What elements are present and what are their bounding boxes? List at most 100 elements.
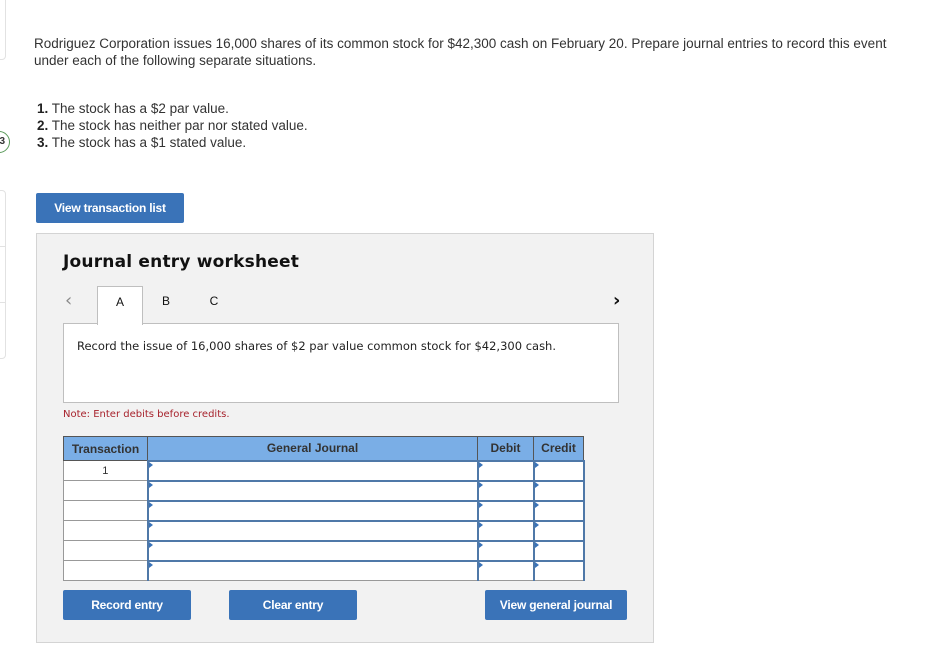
debit-cell[interactable] <box>476 459 535 481</box>
cell-marker-icon <box>478 521 483 528</box>
situation-number: 2. <box>37 118 49 133</box>
account-cell[interactable] <box>146 539 479 561</box>
credit-cell[interactable] <box>532 519 585 541</box>
cell-marker-icon <box>148 501 153 508</box>
cell-marker-icon <box>148 561 153 568</box>
header-general-journal: General Journal <box>147 436 478 461</box>
transaction-cell: 1 <box>63 460 148 481</box>
transaction-cell <box>63 560 148 581</box>
cell-marker-icon <box>534 561 539 568</box>
debit-cell[interactable] <box>476 479 535 501</box>
debit-cell[interactable] <box>476 539 535 561</box>
cell-marker-icon <box>478 461 483 468</box>
side-panel-item[interactable] <box>0 302 6 359</box>
step-indicator[interactable]: 3 <box>0 131 10 153</box>
view-general-journal-button[interactable]: View general journal <box>485 590 627 620</box>
view-transaction-list-button[interactable]: View transaction list <box>36 193 184 223</box>
cell-marker-icon <box>478 501 483 508</box>
situation-text: The stock has a $2 par value. <box>48 101 229 116</box>
debit-input[interactable] <box>478 502 533 520</box>
cell-marker-icon <box>534 461 539 468</box>
account-cell[interactable] <box>146 559 479 581</box>
debit-cell[interactable] <box>476 519 535 541</box>
debit-input[interactable] <box>478 522 533 540</box>
table-row <box>63 479 585 501</box>
account-input[interactable] <box>148 482 477 500</box>
cell-marker-icon <box>534 541 539 548</box>
cell-marker-icon <box>148 541 153 548</box>
transaction-cell <box>63 520 148 541</box>
cell-marker-icon <box>478 561 483 568</box>
situation-text: The stock has neither par nor stated val… <box>48 118 308 133</box>
credit-input[interactable] <box>534 462 583 480</box>
tab-a[interactable]: A <box>97 286 143 325</box>
situation-text: The stock has a $1 stated value. <box>48 135 247 150</box>
credit-input[interactable] <box>534 522 583 540</box>
debit-cell[interactable] <box>476 559 535 581</box>
account-input[interactable] <box>148 562 477 580</box>
situation-number: 3. <box>37 135 49 150</box>
record-entry-button[interactable]: Record entry <box>63 590 191 620</box>
credit-cell[interactable] <box>532 499 585 521</box>
side-panel-item[interactable] <box>0 246 6 303</box>
question-text: Rodriguez Corporation issues 16,000 shar… <box>34 36 887 68</box>
account-cell[interactable] <box>146 479 479 501</box>
situation-item: 2. The stock has neither par nor stated … <box>37 117 308 134</box>
debit-input[interactable] <box>478 542 533 560</box>
table-row <box>63 499 585 521</box>
journal-table: Transaction General Journal Debit Credit… <box>63 436 585 581</box>
side-panel-item[interactable] <box>0 190 6 247</box>
cell-marker-icon <box>534 521 539 528</box>
account-input[interactable] <box>148 502 477 520</box>
cell-marker-icon <box>534 501 539 508</box>
table-row <box>63 539 585 561</box>
account-cell[interactable] <box>146 459 479 481</box>
cell-marker-icon <box>478 481 483 488</box>
transaction-cell <box>63 500 148 521</box>
debit-input[interactable] <box>478 482 533 500</box>
situation-item: 1. The stock has a $2 par value. <box>37 100 308 117</box>
situation-item: 3. The stock has a $1 stated value. <box>37 134 308 151</box>
account-input[interactable] <box>148 542 477 560</box>
debit-input[interactable] <box>478 562 533 580</box>
situations-list: 1. The stock has a $2 par value. 2. The … <box>37 100 308 151</box>
account-input[interactable] <box>148 462 477 480</box>
transaction-cell <box>63 480 148 501</box>
side-panel-top <box>0 0 6 60</box>
chevron-left-icon[interactable]: ‹ <box>65 290 72 311</box>
header-transaction: Transaction <box>63 436 148 461</box>
account-input[interactable] <box>148 522 477 540</box>
credit-input[interactable] <box>534 562 583 580</box>
debit-credit-note: Note: Enter debits before credits. <box>63 409 230 420</box>
credit-cell[interactable] <box>532 539 585 561</box>
cell-marker-icon <box>148 461 153 468</box>
account-cell[interactable] <box>146 499 479 521</box>
credit-input[interactable] <box>534 482 583 500</box>
credit-input[interactable] <box>534 542 583 560</box>
table-row <box>63 519 585 541</box>
credit-cell[interactable] <box>532 459 585 481</box>
chevron-right-icon[interactable]: › <box>613 290 620 311</box>
header-credit: Credit <box>533 436 584 461</box>
table-row: 1 <box>63 459 585 481</box>
account-cell[interactable] <box>146 519 479 541</box>
tab-c[interactable]: C <box>199 286 229 324</box>
table-row <box>63 559 585 581</box>
worksheet-title: Journal entry worksheet <box>63 252 300 272</box>
cell-marker-icon <box>534 481 539 488</box>
transaction-prompt: Record the issue of 16,000 shares of $2 … <box>63 323 619 403</box>
journal-entry-worksheet: Journal entry worksheet ‹ A B C › Record… <box>36 233 654 643</box>
debit-input[interactable] <box>478 462 533 480</box>
credit-cell[interactable] <box>532 479 585 501</box>
credit-cell[interactable] <box>532 559 585 581</box>
tab-b[interactable]: B <box>151 286 181 324</box>
situation-number: 1. <box>37 101 49 116</box>
clear-entry-button[interactable]: Clear entry <box>229 590 357 620</box>
transaction-cell <box>63 540 148 561</box>
cell-marker-icon <box>148 481 153 488</box>
debit-cell[interactable] <box>476 499 535 521</box>
header-debit: Debit <box>477 436 534 461</box>
credit-input[interactable] <box>534 502 583 520</box>
cell-marker-icon <box>148 521 153 528</box>
cell-marker-icon <box>478 541 483 548</box>
